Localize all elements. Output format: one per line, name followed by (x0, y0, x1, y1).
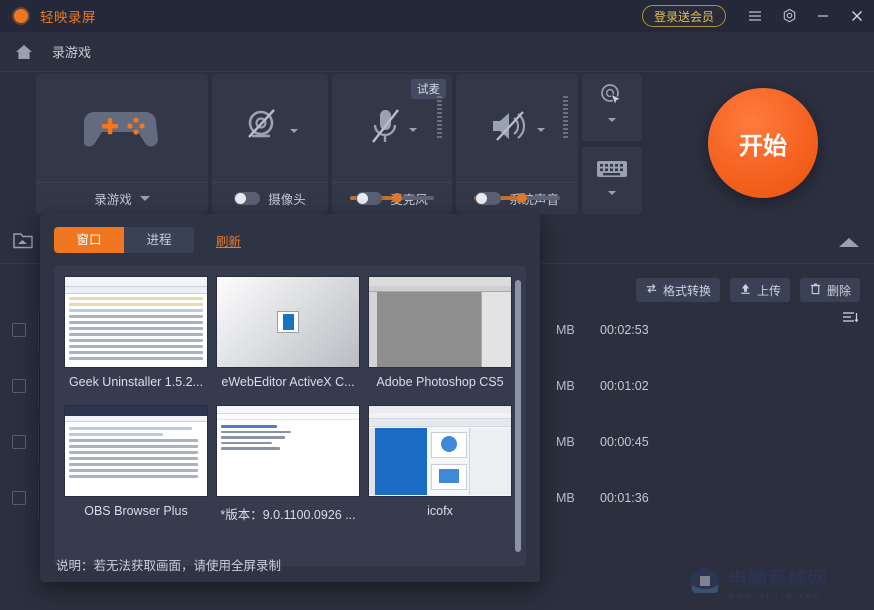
upload-icon (739, 282, 752, 298)
chevron-down-icon[interactable] (582, 191, 642, 195)
system-sound-toggle[interactable] (474, 192, 501, 205)
panel-game-footer[interactable]: 录游戏 (36, 182, 208, 214)
row-size: MB (556, 323, 575, 337)
convert-format-label: 格式转换 (662, 283, 711, 298)
camera-off-icon[interactable] (242, 105, 284, 152)
minimize-icon[interactable] (806, 0, 840, 32)
tab-process[interactable]: 进程 (124, 227, 194, 253)
home-icon[interactable] (10, 42, 38, 62)
window-item[interactable]: OBS Browser Plus (64, 405, 208, 523)
window-thumbnail (64, 405, 208, 497)
side-panels (582, 74, 642, 214)
window-picker-popup: 窗口 进程 刷新 Geek Uninstaller 1.5.2... eWebE… (40, 214, 540, 582)
window-item[interactable]: icofx (368, 405, 512, 523)
chevron-down-icon[interactable] (537, 128, 545, 132)
row-duration: 00:01:36 (600, 491, 649, 505)
panel-keyboard[interactable] (582, 147, 642, 214)
row-size: MB (556, 379, 575, 393)
row-duration: 00:02:53 (600, 323, 649, 337)
vip-login-button[interactable]: 登录送会员 (641, 5, 726, 27)
chevron-down-icon[interactable] (139, 196, 150, 201)
gamepad-icon (36, 74, 208, 182)
speaker-off-icon[interactable] (489, 107, 531, 150)
row-checkbox[interactable] (12, 435, 26, 449)
gear-icon[interactable] (772, 0, 806, 32)
nav-bar: 录游戏 (0, 32, 874, 72)
window-grid-container: Geek Uninstaller 1.5.2... eWebEditor Act… (54, 266, 526, 566)
camera-toggle[interactable] (234, 192, 261, 205)
tab-window[interactable]: 窗口 (54, 227, 124, 253)
window-caption: Geek Uninstaller 1.5.2... (68, 375, 204, 389)
record-dot-icon (12, 7, 30, 25)
row-checkbox[interactable] (12, 323, 26, 337)
keyboard-icon (582, 147, 642, 191)
row-duration: 00:01:02 (600, 379, 649, 393)
microphone-off-icon[interactable] (367, 104, 403, 153)
convert-format-button[interactable]: 格式转换 (635, 278, 720, 302)
source-type-tabs: 窗口 进程 (54, 227, 194, 253)
recordings-toolbar: 格式转换 上传 删除 (635, 278, 860, 302)
upload-label: 上传 (756, 283, 781, 298)
window-caption: icofx (427, 504, 453, 518)
chevron-down-icon[interactable] (582, 118, 642, 122)
window-item[interactable]: Geek Uninstaller 1.5.2... (64, 276, 208, 389)
window-item[interactable]: Adobe Photoshop CS5 (368, 276, 512, 389)
chevron-up-icon[interactable] (838, 236, 860, 254)
trash-icon (809, 282, 822, 298)
upload-button[interactable]: 上传 (729, 278, 790, 302)
delete-label: 删除 (826, 283, 851, 298)
window-thumbnail (368, 405, 512, 497)
title-bar: 轻映录屏 登录送会员 (0, 0, 874, 32)
panel-game-mode[interactable]: 录游戏 (36, 74, 208, 214)
window-picker-note: 说明：若无法获取画面，请使用全屏录制 (56, 559, 282, 573)
window-caption: eWebEditor ActiveX C... (221, 375, 355, 389)
close-icon[interactable] (840, 0, 874, 32)
microphone-toggle[interactable] (356, 192, 383, 205)
panel-cursor[interactable] (582, 74, 642, 141)
mic-level-meter (437, 96, 442, 140)
app-title: 轻映录屏 (40, 10, 96, 25)
hamburger-menu-icon[interactable] (738, 0, 772, 32)
window-thumbnail (216, 276, 360, 368)
window-thumbnail (216, 405, 360, 497)
row-size: MB (556, 435, 575, 449)
cursor-click-icon (582, 74, 642, 118)
delete-button[interactable]: 删除 (799, 278, 860, 302)
window-picker-header: 窗口 进程 刷新 (40, 214, 540, 266)
nav-tab-game[interactable]: 录游戏 (52, 42, 91, 61)
window-item[interactable]: eWebEditor ActiveX C... (216, 276, 360, 389)
window-grid: Geek Uninstaller 1.5.2... eWebEditor Act… (54, 276, 526, 523)
refresh-link[interactable]: 刷新 (216, 231, 241, 250)
chevron-down-icon[interactable] (290, 129, 298, 133)
window-item[interactable]: *版本：9.0.1100.0926 ... (216, 405, 360, 523)
window-caption: OBS Browser Plus (84, 504, 188, 518)
window-grid-scrollbar[interactable] (515, 280, 521, 552)
window-caption: *版本：9.0.1100.0926 ... (220, 508, 356, 522)
convert-icon (645, 282, 658, 298)
start-recording-button[interactable]: 开始 (708, 88, 818, 198)
open-folder-icon[interactable] (12, 230, 34, 255)
row-size: MB (556, 491, 575, 505)
panel-camera-label: 摄像头 (268, 193, 306, 207)
window-controls: 登录送会员 (641, 0, 874, 32)
window-thumbnail (64, 276, 208, 368)
chevron-down-icon[interactable] (409, 128, 417, 132)
row-checkbox[interactable] (12, 491, 26, 505)
row-checkbox[interactable] (12, 379, 26, 393)
panel-microphone[interactable]: 试麦 麦克风 (332, 74, 452, 214)
panel-system-sound[interactable]: 系统声音 (456, 74, 578, 214)
row-duration: 00:00:45 (600, 435, 649, 449)
app-window: 轻映录屏 登录送会员 录游戏 录游戏 摄像头 试麦 麦克风 系统声音 开始 格式… (0, 0, 874, 610)
window-caption: Adobe Photoshop CS5 (376, 375, 504, 389)
window-thumbnail (368, 276, 512, 368)
panel-camera[interactable]: 摄像头 (212, 74, 328, 214)
system-level-meter (563, 96, 568, 140)
panel-game-label: 录游戏 (94, 193, 132, 207)
